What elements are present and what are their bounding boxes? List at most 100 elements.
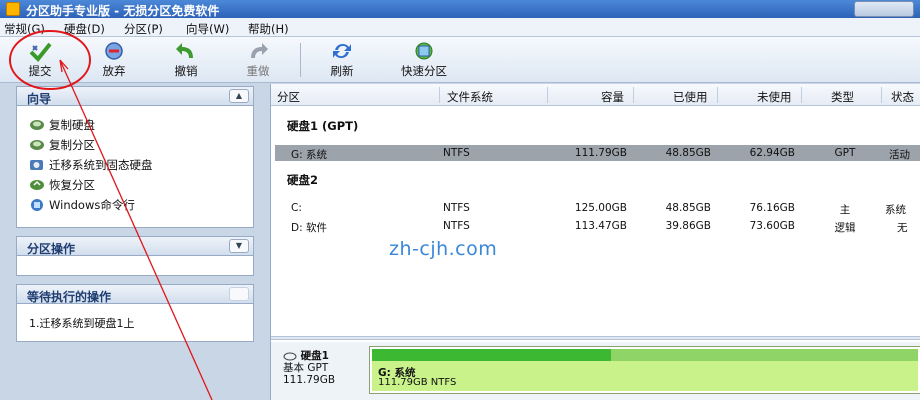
cell-partition: G: 系统 [291, 149, 328, 161]
copy-partition-icon [30, 140, 44, 150]
cell-capacity: 113.47GB [574, 220, 627, 232]
disk-info[interactable]: 硬盘1 基本 GPT 111.79GB [283, 350, 369, 386]
commit-icon [29, 42, 52, 62]
pending-op-item[interactable]: 1.迁移系统到硬盘1上 [29, 315, 135, 331]
wizard-panel: 向导 ▲ 复制硬盘 复制分区 迁移系统到固态硬盘 恢复分区 Windows命令行 [16, 86, 254, 228]
menu-bar: 常规(G) 硬盘(D) 分区(P) 向导(W) 帮助(H) [0, 18, 920, 37]
collapse-blank-icon[interactable] [229, 287, 249, 301]
partition-usage-bar [372, 349, 918, 361]
undo-button[interactable]: 撤销 [160, 39, 212, 81]
cell-used: 48.85GB [665, 202, 711, 214]
quick-partition-button[interactable]: 快速分区 [392, 39, 456, 81]
cell-type: 逻辑 [834, 222, 856, 234]
col-capacity[interactable]: 容量 [601, 89, 624, 105]
col-used[interactable]: 已使用 [673, 89, 708, 105]
menu-disk[interactable]: 硬盘(D) [64, 21, 105, 37]
disk-group-label: 硬盘2 [287, 173, 319, 187]
cell-free: 62.94GB [749, 147, 795, 159]
disk-type: 基本 GPT [283, 362, 329, 374]
discard-button[interactable]: 放弃 [88, 39, 140, 81]
col-separator [547, 87, 548, 103]
col-partition[interactable]: 分区 [277, 89, 300, 105]
quick-partition-icon [415, 42, 433, 60]
pending-ops-header: 等待执行的操作 [17, 285, 253, 304]
wizard-panel-title: 向导 [27, 92, 52, 106]
col-status[interactable]: 状态 [891, 89, 914, 105]
col-free[interactable]: 未使用 [757, 89, 792, 105]
menu-partition[interactable]: 分区(P) [124, 21, 163, 37]
col-separator [439, 87, 440, 103]
window-controls[interactable] [854, 1, 914, 17]
wizard-item-label: 复制硬盘 [49, 118, 95, 132]
windows-cmd-icon [31, 199, 43, 211]
toolbar: 提交 放弃 撤销 重做 刷新 快速分区 [0, 37, 920, 83]
cell-fs: NTFS [443, 147, 470, 159]
app-icon [6, 2, 20, 16]
cell-free: 76.16GB [749, 202, 795, 214]
col-separator [881, 87, 882, 103]
redo-icon [251, 43, 268, 58]
partition-used-fill [372, 349, 611, 361]
splitter-handle[interactable] [271, 336, 920, 340]
commit-label: 提交 [28, 64, 52, 78]
cell-type: 主 [839, 204, 851, 216]
partition-block[interactable]: G: 系统 111.79GB NTFS [369, 346, 920, 394]
cell-used: 39.86GB [665, 220, 711, 232]
partition-body: G: 系统 111.79GB NTFS [372, 361, 918, 391]
copy-disk-icon [30, 120, 44, 130]
pending-ops-panel: 等待执行的操作 1.迁移系统到硬盘1上 [16, 284, 254, 342]
table-row[interactable]: C: NTFS 125.00GB 48.85GB 76.16GB 主 系统 [275, 200, 920, 216]
partition-ops-header: 分区操作 ▼ [17, 237, 253, 256]
col-type[interactable]: 类型 [831, 89, 854, 105]
col-filesystem[interactable]: 文件系统 [447, 89, 493, 105]
refresh-button[interactable]: 刷新 [316, 39, 368, 81]
menu-wizard[interactable]: 向导(W) [186, 21, 229, 37]
collapse-up-icon[interactable]: ▲ [229, 89, 249, 103]
col-separator [801, 87, 802, 103]
left-panel: 向导 ▲ 复制硬盘 复制分区 迁移系统到固态硬盘 恢复分区 Windows命令行… [10, 84, 262, 400]
undo-label: 撤销 [174, 64, 198, 78]
pending-ops-title: 等待执行的操作 [27, 290, 112, 304]
quick-partition-label: 快速分区 [401, 64, 447, 78]
cell-used: 48.85GB [665, 147, 711, 159]
window-title: 分区助手专业版 - 无损分区免费软件 [26, 4, 220, 18]
redo-label: 重做 [246, 64, 270, 78]
cell-free: 73.60GB [749, 220, 795, 232]
undo-icon [176, 43, 193, 58]
disk-icon [283, 352, 297, 360]
migrate-os-icon [30, 160, 43, 170]
cell-status: 系统 [885, 204, 906, 216]
cell-partition: C: [291, 202, 302, 214]
wizard-item-label: 复制分区 [49, 138, 95, 152]
cell-type: GPT [834, 147, 856, 159]
col-separator [717, 87, 718, 103]
main-panel: 分区 文件系统 容量 已使用 未使用 类型 状态 硬盘1 (GPT) G: 系统… [270, 84, 920, 400]
partition-ops-panel: 分区操作 ▼ [16, 236, 254, 276]
cell-fs: NTFS [443, 202, 470, 214]
wizard-item-label: 迁移系统到固态硬盘 [49, 158, 153, 172]
discard-label: 放弃 [102, 64, 126, 78]
cell-partition: D: 软件 [291, 222, 327, 234]
cell-capacity: 125.00GB [574, 202, 627, 214]
cell-capacity: 111.79GB [574, 147, 627, 159]
disk-name-text: 硬盘1 [300, 350, 329, 362]
menu-general[interactable]: 常规(G) [4, 21, 45, 37]
wizard-item-label: 恢复分区 [49, 178, 95, 192]
recover-partition-icon [30, 180, 44, 190]
toolbar-separator [300, 43, 301, 77]
cell-fs: NTFS [443, 220, 470, 232]
disk-name: 硬盘1 [283, 350, 369, 362]
commit-button[interactable]: 提交 [14, 39, 66, 81]
col-separator [633, 87, 634, 103]
table-row[interactable]: D: 软件 NTFS 113.47GB 39.86GB 73.60GB 逻辑 无 [275, 218, 920, 234]
table-row[interactable]: G: 系统 NTFS 111.79GB 48.85GB 62.94GB GPT … [275, 145, 920, 161]
discard-icon [105, 42, 123, 60]
redo-button[interactable]: 重做 [232, 39, 284, 81]
partition-ops-title: 分区操作 [27, 242, 76, 256]
disk-size: 111.79GB [283, 374, 336, 386]
disk-map: 硬盘1 基本 GPT 111.79GB G: 系统 111.79GB NTFS [271, 342, 920, 400]
menu-help[interactable]: 帮助(H) [248, 21, 289, 37]
disk-group-label: 硬盘1 (GPT) [287, 119, 359, 133]
collapse-down-icon[interactable]: ▼ [229, 239, 249, 253]
cell-status: 无 [897, 222, 908, 234]
